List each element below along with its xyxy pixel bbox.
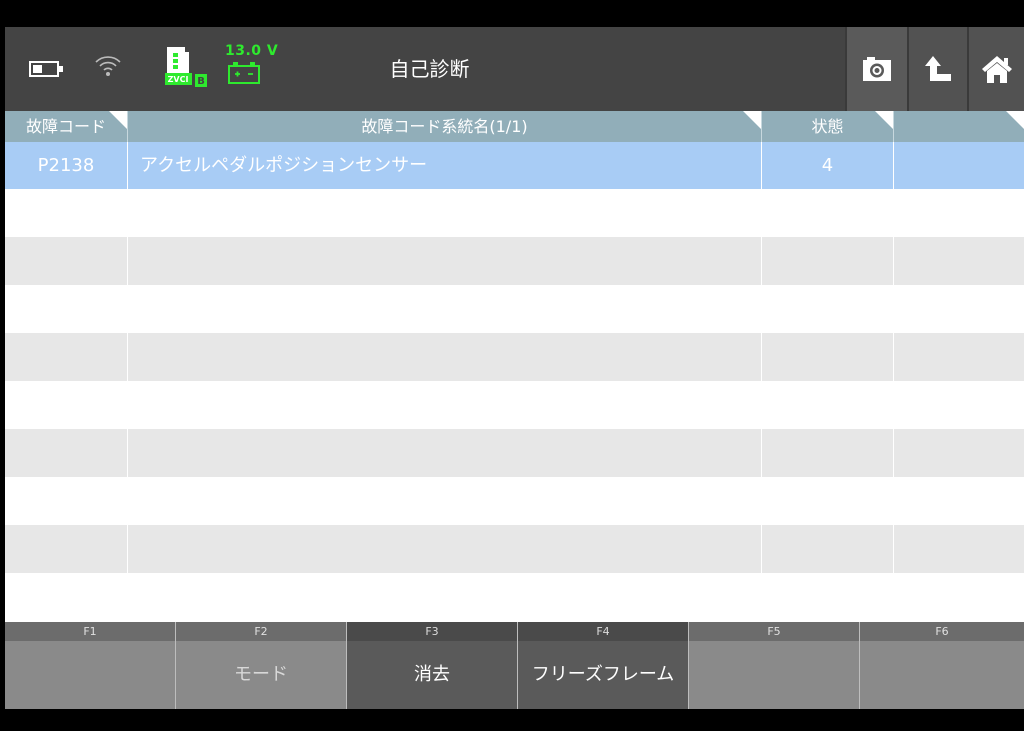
table-header: 故障コード 故障コード系統名(1/1) 状態	[5, 111, 1024, 142]
dtc-extra	[894, 142, 1024, 189]
top-bar: ZVCI B 13.0 V 自己診断	[5, 27, 1024, 111]
column-header-extra[interactable]	[894, 111, 1024, 142]
mode-label: モード	[176, 641, 346, 709]
home-button[interactable]	[967, 27, 1024, 111]
sort-corner-icon	[875, 111, 893, 129]
f1-key-label: F1	[5, 622, 175, 641]
column-header-state[interactable]: 状態	[762, 111, 894, 142]
back-button[interactable]	[907, 27, 967, 111]
function-key-bar: F1 F2 モード F3 消去 F4 フリーズフレーム F5 F6	[5, 622, 1024, 709]
f4-key-label: F4	[518, 622, 688, 641]
f1-button[interactable]: F1	[5, 622, 176, 709]
bottom-bar	[0, 709, 1024, 731]
screenshot-button[interactable]	[845, 27, 907, 111]
table-row-empty	[5, 285, 1024, 333]
freeze-frame-button[interactable]: F4 フリーズフレーム	[518, 622, 689, 709]
f3-key-label: F3	[347, 622, 517, 641]
sort-corner-icon	[743, 111, 761, 129]
dtc-name: アクセルペダルポジションセンサー	[128, 142, 762, 189]
home-icon	[981, 56, 1012, 83]
page-title: 自己診断	[389, 57, 470, 81]
f6-label	[860, 641, 1024, 709]
table-row-empty	[5, 477, 1024, 525]
f2-key-label: F2	[176, 622, 346, 641]
up-arrow-icon	[925, 56, 951, 81]
table-row-empty	[5, 381, 1024, 429]
dtc-state: 4	[762, 142, 894, 189]
sort-corner-icon	[1006, 111, 1024, 129]
dtc-code: P2138	[5, 142, 128, 189]
table-row-empty	[5, 573, 1024, 621]
screen: ZVCI B 13.0 V 自己診断 故障コード 故障コード系統名(1/1) 状…	[5, 27, 1024, 709]
f5-key-label: F5	[689, 622, 859, 641]
table-row-empty	[5, 237, 1024, 285]
f1-label	[5, 641, 175, 709]
freeze-frame-label: フリーズフレーム	[518, 641, 688, 709]
erase-label: 消去	[347, 641, 517, 709]
camera-icon	[863, 57, 891, 81]
table-row[interactable]: P2138 アクセルペダルポジションセンサー 4	[5, 142, 1024, 189]
sort-corner-icon	[109, 111, 127, 129]
table-row-empty	[5, 429, 1024, 477]
mode-button[interactable]: F2 モード	[176, 622, 347, 709]
table-row-empty	[5, 333, 1024, 381]
table-row-empty	[5, 525, 1024, 573]
f5-button[interactable]: F5	[689, 622, 860, 709]
erase-button[interactable]: F3 消去	[347, 622, 518, 709]
table-row-empty	[5, 189, 1024, 237]
f6-key-label: F6	[860, 622, 1024, 641]
f6-button[interactable]: F6	[860, 622, 1024, 709]
f5-label	[689, 641, 859, 709]
column-header-name[interactable]: 故障コード系統名(1/1)	[128, 111, 762, 142]
column-header-code[interactable]: 故障コード	[5, 111, 128, 142]
dtc-table-body: P2138 アクセルペダルポジションセンサー 4	[5, 142, 1024, 621]
